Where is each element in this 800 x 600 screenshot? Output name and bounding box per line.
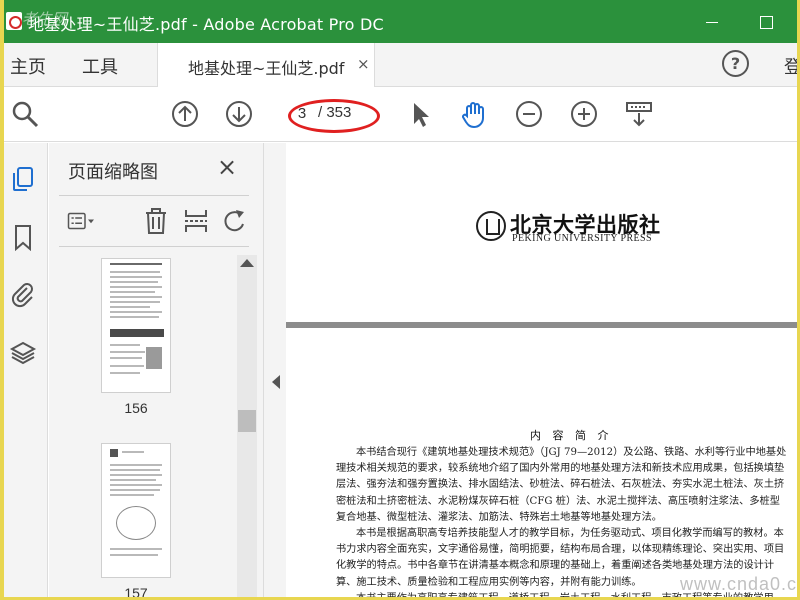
page-down-icon[interactable] (224, 99, 254, 129)
sign-in-link[interactable]: 登 (784, 53, 800, 79)
panel-title: 页面缩略图 (68, 162, 158, 183)
publisher-logo: 北京大学出版社 PEKING UNIVERSITY PRESS (476, 209, 676, 249)
collapse-panel-handle[interactable] (264, 143, 286, 600)
watermark-url: www.cnda0.com (680, 574, 800, 594)
maximize-button[interactable] (752, 8, 780, 36)
thumbnail-page-label: 156 (124, 400, 148, 416)
annotation-ellipse (288, 99, 380, 133)
bookmark-icon[interactable] (9, 223, 37, 252)
intro-heading: 内 容 简 介 (530, 429, 613, 442)
collapse-arrow-icon (272, 375, 280, 389)
acrobat-app-icon (6, 12, 22, 30)
title-bar: 老牛网 地基处理~王仙芝.pdf - Adobe Acrobat Pro DC (0, 0, 800, 43)
help-icon[interactable]: ? (722, 50, 749, 77)
attachment-icon[interactable] (9, 281, 37, 309)
home-menu[interactable]: 主页 (10, 53, 46, 79)
intro-paragraph: 本书结合现行《建筑地基处理技术规范》（JGJ 79—2012）及公路、铁路、水利… (336, 447, 787, 523)
zoom-in-icon[interactable] (569, 99, 599, 129)
page-fit-icon[interactable] (624, 99, 654, 129)
page-thumbnails-panel: 页面缩略图 × 156 157 (49, 143, 264, 600)
thumbnail-scrollbar[interactable] (237, 255, 257, 600)
hand-tool-icon[interactable] (459, 99, 489, 129)
scroll-thumb[interactable] (238, 410, 256, 432)
page-thumbnail[interactable] (101, 443, 171, 578)
delete-page-icon[interactable] (141, 206, 171, 236)
thumbnail-options-icon[interactable] (67, 206, 97, 236)
thumbnail-toolbar (59, 195, 249, 247)
thumbnail-page-label: 157 (124, 585, 148, 600)
navigation-pane (0, 143, 48, 600)
main-toolbar: / 353 (0, 87, 800, 142)
pages-thumbnail-icon[interactable] (9, 165, 37, 193)
window-title: 地基处理~王仙芝.pdf - Adobe Acrobat Pro DC (28, 15, 384, 34)
close-panel-icon[interactable]: × (217, 153, 237, 181)
document-tab[interactable]: 地基处理~王仙芝.pdf × (157, 43, 375, 87)
page-up-icon[interactable] (170, 99, 200, 129)
layers-icon[interactable] (9, 339, 37, 367)
scroll-up-arrow-icon[interactable] (240, 259, 254, 267)
tab-bar: 主页 工具 地基处理~王仙芝.pdf × ? 登 (0, 43, 800, 87)
minimize-button[interactable] (698, 8, 726, 36)
header-rule (286, 322, 800, 328)
close-tab-icon[interactable]: × (357, 55, 370, 73)
rotate-page-icon[interactable] (219, 206, 249, 236)
document-tab-label: 地基处理~王仙芝.pdf (188, 59, 345, 78)
tools-menu[interactable]: 工具 (82, 53, 118, 79)
page-thumbnail[interactable] (101, 258, 171, 393)
extract-page-icon[interactable] (181, 206, 211, 236)
search-icon[interactable] (10, 99, 40, 129)
document-view[interactable]: 北京大学出版社 PEKING UNIVERSITY PRESS 内 容 简 介 … (286, 143, 800, 600)
publisher-name-en: PEKING UNIVERSITY PRESS (512, 233, 652, 244)
thumbnail-list: 156 157 (49, 255, 237, 600)
university-seal-icon (476, 211, 506, 241)
zoom-out-icon[interactable] (514, 99, 544, 129)
select-pointer-icon[interactable] (405, 99, 435, 129)
